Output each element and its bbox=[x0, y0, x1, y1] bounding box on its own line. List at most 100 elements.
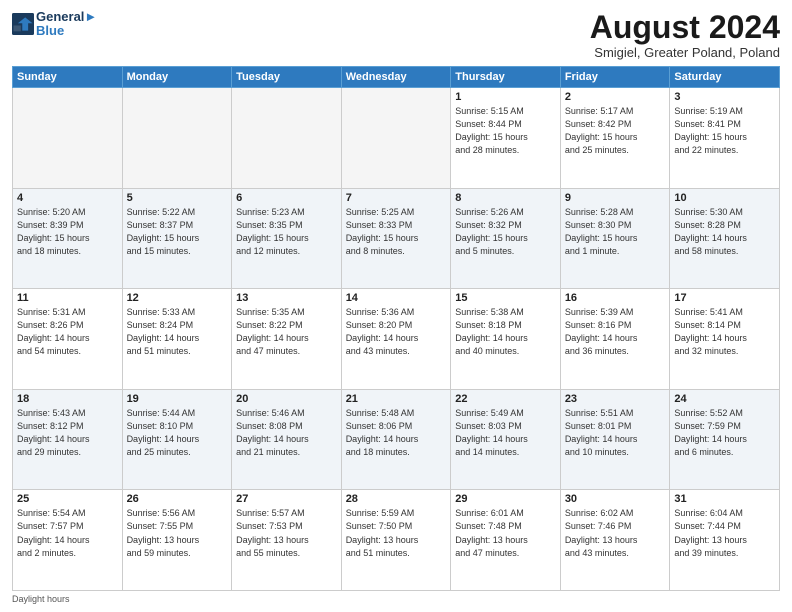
calendar-week-row: 18 Sunrise: 5:43 AM Sunset: 8:12 PM Dayli… bbox=[13, 389, 780, 490]
weekday-header: Friday bbox=[560, 67, 670, 88]
calendar-cell: 24Sunrise: 5:52 AM Sunset: 7:59 PM Dayli… bbox=[670, 389, 780, 490]
day-info: Sunrise: 5:22 AM Sunset: 8:37 PM Dayligh… bbox=[127, 206, 228, 258]
day-info: Sunrise: 5:48 AM Sunset: 8:06 PM Dayligh… bbox=[346, 407, 447, 459]
day-number: 13 bbox=[236, 292, 337, 304]
day-info: Sunrise: 5:17 AM Sunset: 8:42 PM Dayligh… bbox=[565, 105, 666, 157]
weekday-header: Wednesday bbox=[341, 67, 451, 88]
calendar-cell bbox=[13, 88, 123, 189]
calendar-week-row: 1 Sunrise: 5:15 AM Sunset: 8:44 PM Daylig… bbox=[13, 88, 780, 189]
day-number: 25 bbox=[17, 493, 118, 505]
calendar-week-row: 11 Sunrise: 5:31 AM Sunset: 8:26 PM Dayli… bbox=[13, 289, 780, 390]
day-info: Sunrise: 6:01 AM Sunset: 7:48 PM Dayligh… bbox=[455, 507, 556, 559]
calendar-cell: 30 Sunrise: 6:02 AM Sunset: 7:46 PM Dayli… bbox=[560, 490, 670, 591]
day-info: Sunrise: 5:36 AM Sunset: 8:20 PM Dayligh… bbox=[346, 306, 447, 358]
day-number: 11 bbox=[17, 292, 118, 304]
calendar-cell bbox=[232, 88, 342, 189]
day-info: Sunrise: 5:15 AM Sunset: 8:44 PM Dayligh… bbox=[455, 105, 556, 157]
day-info: Sunrise: 5:35 AM Sunset: 8:22 PM Dayligh… bbox=[236, 306, 337, 358]
day-number: 2 bbox=[565, 91, 666, 103]
calendar-cell: 7 Sunrise: 5:25 AM Sunset: 8:33 PM Daylig… bbox=[341, 188, 451, 289]
day-number: 1 bbox=[455, 91, 556, 103]
day-number: 18 bbox=[17, 393, 118, 405]
header: General► Blue August 2024 Smigiel, Great… bbox=[12, 10, 780, 60]
day-number: 30 bbox=[565, 493, 666, 505]
day-info: Sunrise: 5:23 AM Sunset: 8:35 PM Dayligh… bbox=[236, 206, 337, 258]
calendar-cell: 14Sunrise: 5:36 AM Sunset: 8:20 PM Dayli… bbox=[341, 289, 451, 390]
calendar-cell: 28Sunrise: 5:59 AM Sunset: 7:50 PM Dayli… bbox=[341, 490, 451, 591]
day-info: Sunrise: 5:49 AM Sunset: 8:03 PM Dayligh… bbox=[455, 407, 556, 459]
calendar-cell: 9 Sunrise: 5:28 AM Sunset: 8:30 PM Daylig… bbox=[560, 188, 670, 289]
day-info: Sunrise: 5:51 AM Sunset: 8:01 PM Dayligh… bbox=[565, 407, 666, 459]
calendar-cell: 22 Sunrise: 5:49 AM Sunset: 8:03 PM Dayli… bbox=[451, 389, 561, 490]
calendar-cell: 20 Sunrise: 5:46 AM Sunset: 8:08 PM Dayli… bbox=[232, 389, 342, 490]
day-info: Sunrise: 6:04 AM Sunset: 7:44 PM Dayligh… bbox=[674, 507, 775, 559]
day-number: 26 bbox=[127, 493, 228, 505]
day-number: 28 bbox=[346, 493, 447, 505]
calendar-cell: 13 Sunrise: 5:35 AM Sunset: 8:22 PM Dayli… bbox=[232, 289, 342, 390]
day-number: 5 bbox=[127, 192, 228, 204]
day-info: Sunrise: 5:41 AM Sunset: 8:14 PM Dayligh… bbox=[674, 306, 775, 358]
calendar-week-row: 25 Sunrise: 5:54 AM Sunset: 7:57 PM Dayli… bbox=[13, 490, 780, 591]
calendar-cell: 29 Sunrise: 6:01 AM Sunset: 7:48 PM Dayli… bbox=[451, 490, 561, 591]
calendar-cell: 19 Sunrise: 5:44 AM Sunset: 8:10 PM Dayli… bbox=[122, 389, 232, 490]
day-info: Sunrise: 5:56 AM Sunset: 7:55 PM Dayligh… bbox=[127, 507, 228, 559]
day-info: Sunrise: 5:46 AM Sunset: 8:08 PM Dayligh… bbox=[236, 407, 337, 459]
day-number: 9 bbox=[565, 192, 666, 204]
calendar-cell bbox=[341, 88, 451, 189]
day-number: 22 bbox=[455, 393, 556, 405]
page: General► Blue August 2024 Smigiel, Great… bbox=[0, 0, 792, 612]
day-info: Sunrise: 5:52 AM Sunset: 7:59 PM Dayligh… bbox=[674, 407, 775, 459]
calendar-cell: 5 Sunrise: 5:22 AM Sunset: 8:37 PM Daylig… bbox=[122, 188, 232, 289]
day-number: 3 bbox=[674, 91, 775, 103]
day-info: Sunrise: 5:25 AM Sunset: 8:33 PM Dayligh… bbox=[346, 206, 447, 258]
day-number: 15 bbox=[455, 292, 556, 304]
day-number: 31 bbox=[674, 493, 775, 505]
calendar-cell: 10Sunrise: 5:30 AM Sunset: 8:28 PM Dayli… bbox=[670, 188, 780, 289]
logo-text: General► Blue bbox=[36, 10, 97, 39]
weekday-header: Saturday bbox=[670, 67, 780, 88]
calendar-cell: 23 Sunrise: 5:51 AM Sunset: 8:01 PM Dayli… bbox=[560, 389, 670, 490]
calendar-cell: 8Sunrise: 5:26 AM Sunset: 8:32 PM Daylig… bbox=[451, 188, 561, 289]
calendar-cell: 27 Sunrise: 5:57 AM Sunset: 7:53 PM Dayli… bbox=[232, 490, 342, 591]
day-number: 4 bbox=[17, 192, 118, 204]
day-info: Sunrise: 5:31 AM Sunset: 8:26 PM Dayligh… bbox=[17, 306, 118, 358]
day-info: Sunrise: 5:44 AM Sunset: 8:10 PM Dayligh… bbox=[127, 407, 228, 459]
calendar-cell: 17Sunrise: 5:41 AM Sunset: 8:14 PM Dayli… bbox=[670, 289, 780, 390]
calendar-cell: 31 Sunrise: 6:04 AM Sunset: 7:44 PM Dayli… bbox=[670, 490, 780, 591]
day-number: 20 bbox=[236, 393, 337, 405]
day-info: Sunrise: 5:57 AM Sunset: 7:53 PM Dayligh… bbox=[236, 507, 337, 559]
calendar-cell: 18 Sunrise: 5:43 AM Sunset: 8:12 PM Dayli… bbox=[13, 389, 123, 490]
calendar-cell: 11 Sunrise: 5:31 AM Sunset: 8:26 PM Dayli… bbox=[13, 289, 123, 390]
day-number: 27 bbox=[236, 493, 337, 505]
day-number: 7 bbox=[346, 192, 447, 204]
calendar-cell: 2 Sunrise: 5:17 AM Sunset: 8:42 PM Daylig… bbox=[560, 88, 670, 189]
day-number: 10 bbox=[674, 192, 775, 204]
day-number: 29 bbox=[455, 493, 556, 505]
calendar-cell: 3 Sunrise: 5:19 AM Sunset: 8:41 PM Daylig… bbox=[670, 88, 780, 189]
calendar-cell: 21 Sunrise: 5:48 AM Sunset: 8:06 PM Dayli… bbox=[341, 389, 451, 490]
calendar-cell: 6Sunrise: 5:23 AM Sunset: 8:35 PM Daylig… bbox=[232, 188, 342, 289]
day-number: 19 bbox=[127, 393, 228, 405]
month-title: August 2024 bbox=[590, 10, 780, 45]
day-info: Sunrise: 5:28 AM Sunset: 8:30 PM Dayligh… bbox=[565, 206, 666, 258]
day-info: Sunrise: 5:20 AM Sunset: 8:39 PM Dayligh… bbox=[17, 206, 118, 258]
calendar-cell: 12Sunrise: 5:33 AM Sunset: 8:24 PM Dayli… bbox=[122, 289, 232, 390]
day-info: Sunrise: 5:43 AM Sunset: 8:12 PM Dayligh… bbox=[17, 407, 118, 459]
day-info: Sunrise: 6:02 AM Sunset: 7:46 PM Dayligh… bbox=[565, 507, 666, 559]
logo-icon bbox=[12, 13, 34, 35]
weekday-header: Sunday bbox=[13, 67, 123, 88]
day-number: 21 bbox=[346, 393, 447, 405]
calendar-header-row: SundayMondayTuesdayWednesdayThursdayFrid… bbox=[13, 67, 780, 88]
logo: General► Blue bbox=[12, 10, 97, 39]
day-number: 23 bbox=[565, 393, 666, 405]
day-info: Sunrise: 5:54 AM Sunset: 7:57 PM Dayligh… bbox=[17, 507, 118, 559]
calendar-cell: 16Sunrise: 5:39 AM Sunset: 8:16 PM Dayli… bbox=[560, 289, 670, 390]
title-block: August 2024 Smigiel, Greater Poland, Pol… bbox=[590, 10, 780, 60]
day-number: 12 bbox=[127, 292, 228, 304]
calendar-cell: 26 Sunrise: 5:56 AM Sunset: 7:55 PM Dayli… bbox=[122, 490, 232, 591]
day-info: Sunrise: 5:39 AM Sunset: 8:16 PM Dayligh… bbox=[565, 306, 666, 358]
calendar-cell bbox=[122, 88, 232, 189]
calendar-cell: 15Sunrise: 5:38 AM Sunset: 8:18 PM Dayli… bbox=[451, 289, 561, 390]
day-info: Sunrise: 5:19 AM Sunset: 8:41 PM Dayligh… bbox=[674, 105, 775, 157]
weekday-header: Tuesday bbox=[232, 67, 342, 88]
